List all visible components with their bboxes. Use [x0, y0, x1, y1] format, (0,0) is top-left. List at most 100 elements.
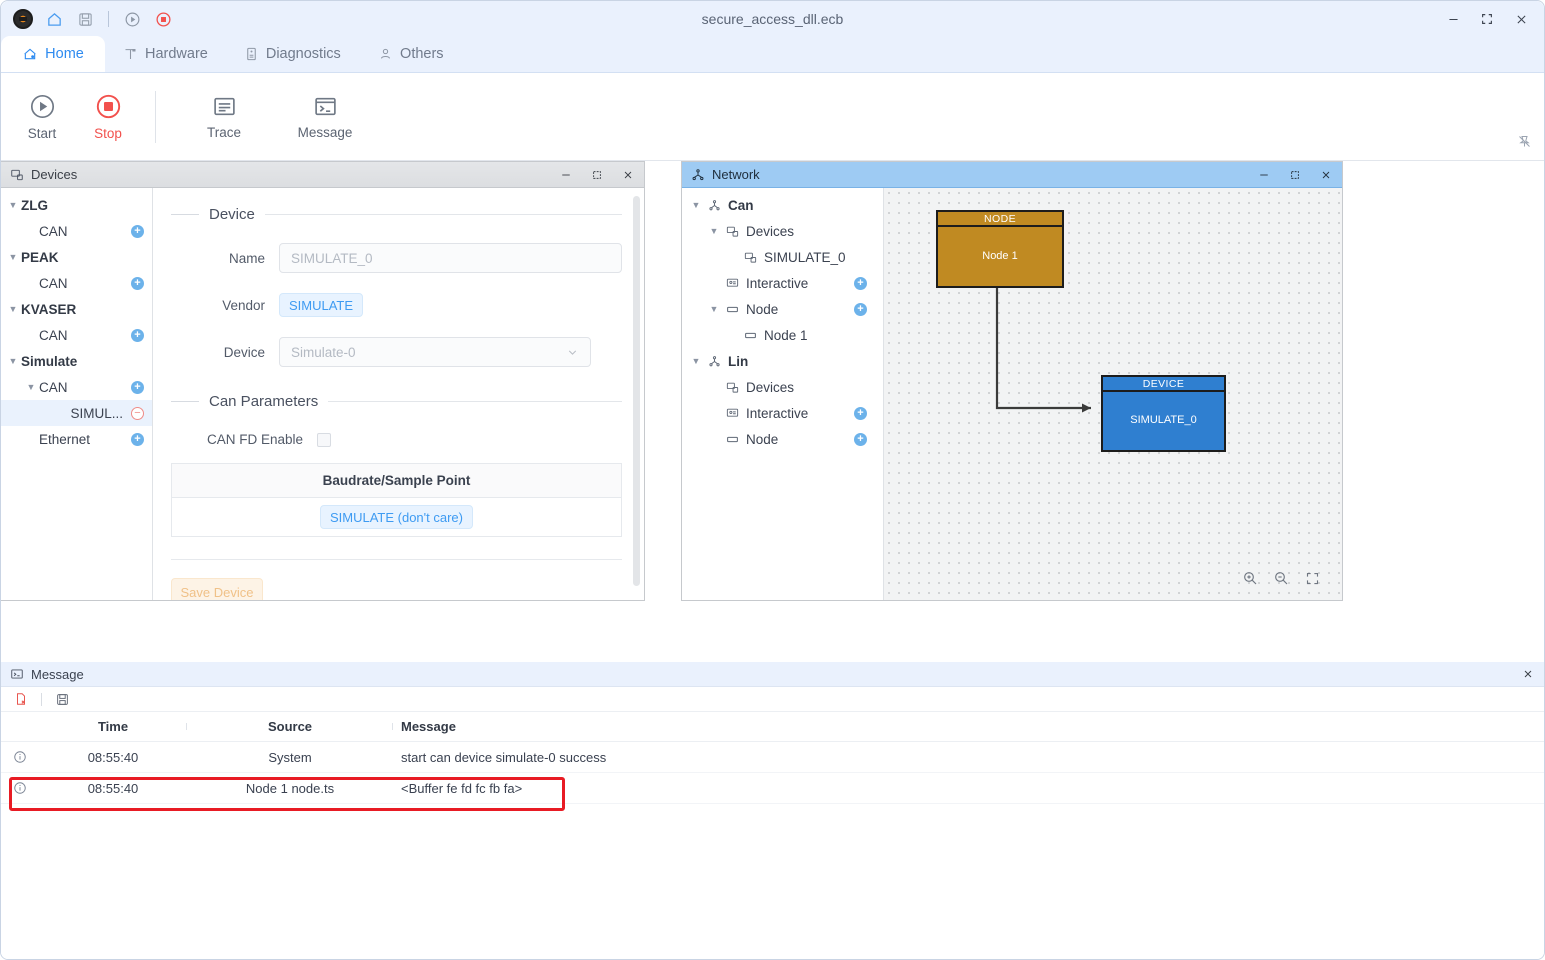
column-header-source[interactable]: Source [187, 719, 393, 734]
start-button[interactable]: Start [9, 81, 75, 153]
canfd-label: CAN FD Enable [207, 432, 304, 447]
message-row[interactable]: 08:55:40 System start can device simulate-… [1, 742, 1544, 773]
baudrate-value-chip[interactable]: SIMULATE (don't care) [319, 505, 473, 529]
devices-minimize-icon[interactable] [554, 164, 578, 186]
add-device-button[interactable]: + [131, 432, 144, 446]
start-icon[interactable] [118, 6, 146, 32]
add-network-item-button[interactable]: + [854, 302, 867, 316]
save-icon[interactable] [71, 6, 99, 32]
unpin-icon[interactable] [1517, 134, 1532, 154]
chevron-down-icon[interactable]: ▼ [706, 304, 722, 314]
zoom-out-icon[interactable] [1271, 568, 1291, 588]
tab-diagnostics[interactable]: Diagnostics [226, 36, 359, 72]
column-header-message[interactable]: Message [393, 719, 1544, 734]
device-select[interactable]: Simulate-0 [279, 337, 591, 367]
add-device-button[interactable]: + [131, 224, 144, 238]
network-tree-item[interactable]: Interactive + [682, 400, 883, 426]
tab-hardware[interactable]: Hardware [105, 36, 226, 72]
save-device-button[interactable]: Save Device [171, 578, 263, 600]
device-tree-item[interactable]: CAN + [1, 322, 152, 348]
maximize-icon[interactable] [1470, 4, 1504, 34]
column-header-time[interactable]: Time [39, 719, 187, 734]
console-icon [11, 669, 23, 679]
devices-close-icon[interactable] [616, 164, 640, 186]
chevron-down-icon[interactable]: ▼ [5, 252, 21, 262]
network-tree-item[interactable]: Interactive + [682, 270, 883, 296]
device-tree-item[interactable]: ▼ CAN + [1, 374, 152, 400]
start-button-label: Start [27, 125, 57, 141]
device-section-legend: Device [171, 206, 622, 223]
stop-icon[interactable] [149, 6, 177, 32]
device-tree-item[interactable]: CAN + [1, 270, 152, 296]
device-tree-item[interactable]: Ethernet + [1, 426, 152, 452]
trace-button[interactable]: Trace [178, 81, 270, 153]
chevron-down-icon[interactable]: ▼ [23, 382, 39, 392]
network-diagram-canvas[interactable]: NODE Node 1 DEVICE SIMULATE_0 [884, 188, 1342, 600]
canfd-checkbox[interactable] [317, 432, 332, 447]
stop-button-label: Stop [94, 125, 122, 141]
devices-maximize-icon[interactable] [585, 164, 609, 186]
minimize-icon[interactable] [1436, 4, 1470, 34]
network-maximize-icon[interactable] [1283, 164, 1307, 186]
network-tree-item[interactable]: Node 1 [682, 322, 883, 348]
network-tree-item[interactable]: Node + [682, 426, 883, 452]
network-tree-item[interactable]: ▼ Node + [682, 296, 883, 322]
network-tree-item-label: Node [746, 301, 779, 317]
device-tree-item[interactable]: ▼ ZLG [1, 192, 152, 218]
device-tree-item-label: ZLG [21, 197, 48, 213]
add-device-button[interactable]: + [131, 276, 144, 290]
network-tree-item[interactable]: SIMULATE_0 [682, 244, 883, 270]
message-table-header: Time Source Message [1, 712, 1544, 742]
device-tree-item[interactable]: ▼ Simulate [1, 348, 152, 374]
zoom-in-icon[interactable] [1240, 568, 1260, 588]
chevron-down-icon[interactable]: ▼ [688, 200, 704, 210]
add-network-item-button[interactable]: + [854, 432, 867, 446]
device-select-value: Simulate-0 [291, 344, 356, 360]
remove-device-button[interactable]: − [131, 406, 144, 420]
fit-screen-icon[interactable] [1302, 568, 1322, 588]
devices-icon [11, 169, 23, 180]
chevron-down-icon[interactable]: ▼ [688, 356, 704, 366]
device-tree-item[interactable]: ▼ PEAK [1, 244, 152, 270]
network-panel-header: Network [682, 162, 1342, 188]
add-network-item-button[interactable]: + [854, 276, 867, 290]
network-minimize-icon[interactable] [1252, 164, 1276, 186]
name-input[interactable]: SIMULATE_0 [279, 243, 622, 273]
device-form-scrollbar[interactable] [633, 196, 640, 586]
add-device-button[interactable]: + [131, 328, 144, 342]
close-icon[interactable] [1504, 4, 1538, 34]
message-panel-header: Message [1, 662, 1544, 687]
message-source: System [268, 749, 312, 765]
tab-others[interactable]: Others [359, 36, 463, 72]
device-tree-item[interactable]: CAN + [1, 218, 152, 244]
network-tree-item-label: Interactive [746, 405, 809, 421]
stop-button[interactable]: Stop [75, 81, 141, 153]
device-tree-item[interactable]: ▼ KVASER [1, 296, 152, 322]
save-log-icon[interactable] [51, 689, 73, 709]
window-controls [1436, 4, 1544, 34]
device-tree-item-label: CAN [39, 223, 68, 239]
tab-home[interactable]: Home [1, 36, 105, 72]
chevron-down-icon[interactable]: ▼ [5, 356, 21, 366]
diagram-node-box[interactable]: NODE Node 1 [936, 210, 1064, 288]
network-close-icon[interactable] [1314, 164, 1338, 186]
network-tree-item[interactable]: ▼ Can [682, 192, 883, 218]
chevron-down-icon[interactable]: ▼ [5, 200, 21, 210]
can-section-title: Can Parameters [209, 393, 319, 410]
message-close-icon[interactable] [1516, 663, 1540, 685]
network-tree-item[interactable]: ▼ Devices [682, 218, 883, 244]
chevron-down-icon[interactable]: ▼ [5, 304, 21, 314]
message-button[interactable]: Message [270, 81, 380, 153]
message-table: Time Source Message 08:55:40 System start … [1, 712, 1544, 804]
network-tree-item[interactable]: Devices [682, 374, 883, 400]
clear-log-icon[interactable] [10, 689, 32, 709]
device-form: Device Name SIMULATE_0 Vendor SIMULATE D… [153, 188, 644, 600]
add-device-button[interactable]: + [131, 380, 144, 394]
message-row[interactable]: 08:55:40 Node 1 node.ts <Buffer fe fd fc f… [1, 773, 1544, 804]
device-tree-item[interactable]: SIMUL... − [1, 400, 152, 426]
add-network-item-button[interactable]: + [854, 406, 867, 420]
network-tree-item[interactable]: ▼ Lin [682, 348, 883, 374]
home-icon[interactable] [40, 6, 68, 32]
chevron-down-icon[interactable]: ▼ [706, 226, 722, 236]
diagram-device-box[interactable]: DEVICE SIMULATE_0 [1101, 375, 1226, 452]
